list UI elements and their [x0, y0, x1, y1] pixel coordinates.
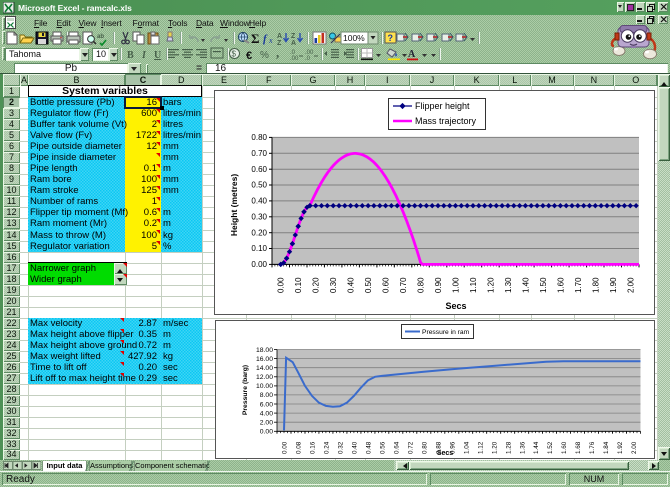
svg-text:1.80: 1.80	[591, 277, 600, 293]
svg-text:€: €	[246, 50, 252, 62]
svg-text:1.90: 1.90	[609, 277, 618, 293]
svg-text:0.30: 0.30	[251, 213, 267, 222]
svg-text:Mass trajectory: Mass trajectory	[415, 116, 477, 126]
svg-text:1.84: 1.84	[603, 441, 610, 454]
svg-text:0.08: 0.08	[296, 441, 303, 454]
svg-text:1.12: 1.12	[477, 441, 484, 454]
svg-text:0.50: 0.50	[251, 181, 267, 190]
svg-text:6.00: 6.00	[260, 401, 273, 408]
svg-text:x: x	[268, 36, 273, 45]
svg-text:0.72: 0.72	[407, 441, 414, 454]
svg-text:1.76: 1.76	[589, 441, 596, 454]
svg-text:0.56: 0.56	[380, 441, 387, 454]
svg-text:0.60: 0.60	[382, 277, 391, 293]
svg-text:Pressure in ram: Pressure in ram	[422, 329, 470, 336]
svg-text:Pressure (barg): Pressure (barg)	[242, 365, 249, 415]
svg-text:16.00: 16.00	[256, 356, 273, 363]
svg-text:1.44: 1.44	[533, 441, 540, 454]
svg-text:0.00: 0.00	[282, 441, 289, 454]
svg-text:,: ,	[276, 45, 279, 60]
svg-text:I: I	[141, 50, 147, 61]
svg-text:2.00: 2.00	[260, 420, 273, 427]
svg-text:0.64: 0.64	[393, 441, 400, 454]
svg-text:0.80: 0.80	[421, 441, 428, 454]
svg-text:1.10: 1.10	[469, 277, 478, 293]
svg-text:1.20: 1.20	[491, 441, 498, 454]
svg-text:0.16: 0.16	[310, 441, 317, 454]
svg-text:0.00: 0.00	[277, 277, 286, 293]
svg-text:1.68: 1.68	[575, 441, 582, 454]
svg-text:1.40: 1.40	[521, 277, 530, 293]
svg-text:0.80: 0.80	[251, 133, 267, 142]
svg-text:0.10: 0.10	[251, 244, 267, 253]
svg-text:0.70: 0.70	[251, 149, 267, 158]
svg-text:0.40: 0.40	[251, 197, 267, 206]
svg-text:0.32: 0.32	[338, 441, 345, 454]
svg-text:14.00: 14.00	[256, 365, 273, 372]
svg-text:1.30: 1.30	[504, 277, 513, 293]
svg-text:1.04: 1.04	[463, 441, 470, 454]
svg-text:2.00: 2.00	[626, 277, 635, 293]
svg-text:8.00: 8.00	[260, 392, 273, 399]
svg-text:1.60: 1.60	[556, 277, 565, 293]
svg-text:1.50: 1.50	[539, 277, 548, 293]
svg-text:0.24: 0.24	[324, 441, 331, 454]
svg-text:?: ?	[388, 33, 394, 43]
svg-text:0.00: 0.00	[251, 260, 267, 269]
svg-text:0.80: 0.80	[417, 277, 426, 293]
svg-text:%: %	[260, 50, 269, 61]
svg-text:Secs: Secs	[445, 301, 466, 311]
svg-text:0.10: 0.10	[294, 277, 303, 293]
svg-text:4.00: 4.00	[260, 410, 273, 417]
svg-text:12.00: 12.00	[256, 374, 273, 381]
svg-text:Height (metres): Height (metres)	[229, 174, 239, 237]
svg-text:B: B	[127, 50, 134, 61]
svg-text:1.28: 1.28	[505, 441, 512, 454]
svg-text:1.36: 1.36	[519, 441, 526, 454]
svg-text:100%: 100%	[343, 33, 365, 43]
svg-text:0.40: 0.40	[347, 277, 356, 293]
svg-text:1.60: 1.60	[561, 441, 568, 454]
svg-text:Σ: Σ	[251, 31, 260, 46]
svg-text:A: A	[408, 49, 416, 60]
svg-text:10.00: 10.00	[256, 383, 273, 390]
svg-text:0.40: 0.40	[352, 441, 359, 454]
svg-text:0.20: 0.20	[251, 228, 267, 237]
svg-text:f: f	[263, 33, 268, 45]
svg-text:A: A	[277, 33, 282, 40]
svg-text:1.52: 1.52	[547, 441, 554, 454]
svg-text:0.70: 0.70	[399, 277, 408, 293]
svg-text:2.00: 2.00	[631, 441, 638, 454]
svg-text:Z: Z	[291, 33, 296, 40]
svg-text:A: A	[291, 40, 296, 47]
svg-text:0.00: 0.00	[260, 429, 273, 436]
svg-text:0.20: 0.20	[312, 277, 321, 293]
svg-text:0.60: 0.60	[251, 165, 267, 174]
svg-text:0.90: 0.90	[434, 277, 443, 293]
svg-text:0.50: 0.50	[364, 277, 373, 293]
svg-text:18.00: 18.00	[256, 347, 273, 354]
svg-text:1.70: 1.70	[574, 277, 583, 293]
svg-text:1.00: 1.00	[452, 277, 461, 293]
svg-text:1.92: 1.92	[617, 441, 624, 454]
svg-text:Secs: Secs	[437, 450, 453, 457]
svg-text:ab: ab	[97, 34, 104, 40]
svg-text:Flipper height: Flipper height	[415, 101, 470, 111]
svg-text:U: U	[154, 50, 161, 61]
svg-text:1.20: 1.20	[487, 277, 496, 293]
svg-text:$: $	[232, 50, 237, 59]
svg-text:0.30: 0.30	[329, 277, 338, 293]
svg-text:0.48: 0.48	[366, 441, 373, 454]
